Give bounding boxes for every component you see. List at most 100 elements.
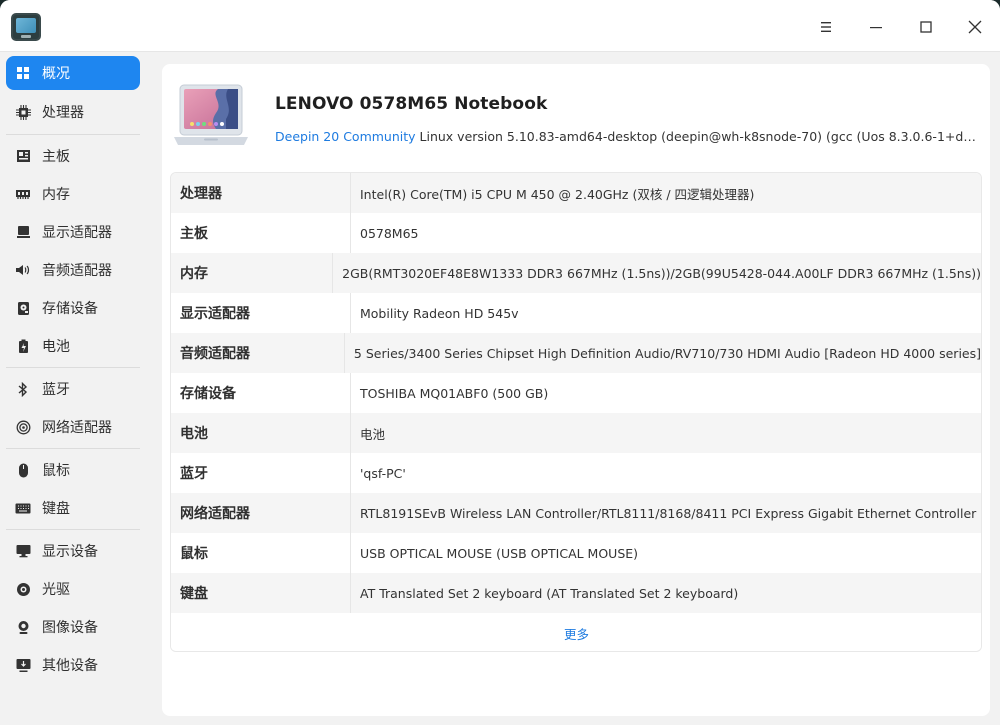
row-label: 音频适配器 [171, 333, 345, 373]
laptop-icon [174, 84, 248, 145]
sidebar-item-label: 电池 [42, 339, 70, 355]
close-button[interactable] [962, 14, 988, 40]
row-label: 主板 [171, 213, 351, 253]
table-row: 音频适配器 5 Series/3400 Series Chipset High … [171, 333, 981, 373]
os-description: Deepin 20 Community Linux version 5.10.8… [275, 129, 983, 144]
sidebar-item-monitor[interactable]: 显示设备 [6, 534, 140, 568]
menu-button[interactable] [813, 14, 839, 40]
audio-icon [15, 262, 31, 278]
row-value: 2GB(RMT3020EF48E8W1333 DDR3 667MHz (1.5n… [342, 265, 981, 281]
sidebar-item-label: 键盘 [42, 501, 70, 517]
row-value: TOSHIBA MQ01ABF0 (500 GB) [360, 385, 549, 401]
kernel-info: Linux version 5.10.83-amd64-desktop (dee… [419, 129, 983, 144]
sidebar-item-label: 蓝牙 [42, 382, 70, 398]
row-label: 鼠标 [171, 533, 351, 573]
row-label: 电池 [171, 413, 351, 453]
row-label: 显示适配器 [171, 293, 351, 333]
network-icon [15, 419, 31, 435]
monitor-icon [15, 543, 31, 559]
overview-table: 处理器 Intel(R) Core(TM) i5 CPU M 450 @ 2.4… [170, 172, 982, 652]
sidebar-item-label: 概况 [42, 66, 70, 82]
table-row: 蓝牙 'qsf-PC' [171, 453, 981, 493]
row-value: 0578M65 [360, 225, 419, 241]
sidebar-item-label: 存储设备 [42, 301, 98, 317]
row-value: Mobility Radeon HD 545v [360, 305, 519, 321]
title-bar [0, 0, 1000, 52]
memory-icon [15, 186, 31, 202]
sidebar-divider [6, 448, 140, 449]
sidebar-item-bluetooth[interactable]: 蓝牙 [6, 372, 140, 406]
sidebar-item-battery[interactable]: 电池 [6, 329, 140, 363]
motherboard-icon [15, 148, 31, 164]
keyboard-icon [15, 500, 31, 516]
maximize-button[interactable] [913, 14, 939, 40]
table-row: 显示适配器 Mobility Radeon HD 545v [171, 293, 981, 333]
maximize-icon [920, 21, 932, 33]
sidebar-item-label: 内存 [42, 187, 70, 203]
row-label: 蓝牙 [171, 453, 351, 493]
sidebar-item-label: 网络适配器 [42, 420, 112, 436]
row-label: 键盘 [171, 573, 351, 613]
sidebar-item-memory[interactable]: 内存 [6, 177, 140, 211]
sidebar-item-label: 光驱 [42, 582, 70, 598]
table-row: 电池 电池 [171, 413, 981, 453]
row-value: USB OPTICAL MOUSE (USB OPTICAL MOUSE) [360, 545, 639, 561]
sidebar-divider [6, 134, 140, 135]
sidebar-item-overview[interactable]: 概况 [6, 56, 140, 90]
mouse-icon [15, 462, 31, 478]
sidebar-item-camera[interactable]: 图像设备 [6, 610, 140, 644]
overview-icon [15, 65, 31, 81]
sidebar-item-label: 鼠标 [42, 463, 70, 479]
row-value: 电池 [360, 426, 386, 442]
row-value: RTL8191SEvB Wireless LAN Controller/RTL8… [360, 505, 977, 521]
battery-icon [15, 338, 31, 354]
table-row: 网络适配器 RTL8191SEvB Wireless LAN Controlle… [171, 493, 981, 533]
menu-icon [821, 22, 831, 32]
row-value: AT Translated Set 2 keyboard (AT Transla… [360, 585, 739, 601]
sidebar-item-motherboard[interactable]: 主板 [6, 139, 140, 173]
sidebar-item-label: 显示设备 [42, 544, 98, 560]
sidebar-item-storage[interactable]: 存储设备 [6, 291, 140, 325]
minimize-icon [870, 27, 882, 29]
os-link[interactable]: Deepin 20 Community [275, 129, 416, 144]
close-icon [968, 20, 982, 34]
sidebar-item-label: 音频适配器 [42, 263, 112, 279]
sidebar-item-label: 其他设备 [42, 658, 98, 674]
minimize-button[interactable] [863, 14, 889, 40]
row-value: 'qsf-PC' [360, 465, 406, 481]
overview-panel: LENOVO 0578M65 Notebook Deepin 20 Commun… [162, 64, 990, 716]
storage-icon [15, 300, 31, 316]
app-icon [11, 13, 41, 41]
table-row: 键盘 AT Translated Set 2 keyboard (AT Tran… [171, 573, 981, 613]
camera-icon [15, 619, 31, 635]
sidebar-item-label: 主板 [42, 149, 70, 165]
sidebar-item-keyboard[interactable]: 键盘 [6, 491, 140, 525]
sidebar-item-display-adapter[interactable]: 显示适配器 [6, 215, 140, 249]
sidebar-item-network[interactable]: 网络适配器 [6, 410, 140, 444]
sidebar-item-label: 图像设备 [42, 620, 98, 636]
table-row: 主板 0578M65 [171, 213, 981, 253]
device-manager-window: 概况 处理器 主板 内存 显示适配器 音频适配器 存储设备 电池 蓝牙 网络适配… [0, 0, 1000, 725]
table-row: 存储设备 TOSHIBA MQ01ABF0 (500 GB) [171, 373, 981, 413]
sidebar-item-other-devices[interactable]: 其他设备 [6, 648, 140, 682]
row-value: 5 Series/3400 Series Chipset High Defini… [353, 345, 981, 361]
other-device-icon [15, 657, 31, 673]
row-value: Intel(R) Core(TM) i5 CPU M 450 @ 2.40GHz… [360, 186, 755, 202]
sidebar-item-label: 处理器 [42, 105, 84, 121]
more-link[interactable]: 更多 [564, 624, 589, 643]
sidebar-item-cdrom[interactable]: 光驱 [6, 572, 140, 606]
row-label: 网络适配器 [171, 493, 351, 533]
display-adapter-icon [15, 224, 31, 240]
sidebar: 概况 处理器 主板 内存 显示适配器 音频适配器 存储设备 电池 蓝牙 网络适配… [0, 52, 152, 725]
table-row: 内存 2GB(RMT3020EF48E8W1333 DDR3 667MHz (1… [171, 253, 981, 293]
cdrom-icon [15, 581, 31, 597]
sidebar-item-mouse[interactable]: 鼠标 [6, 453, 140, 487]
sidebar-divider [6, 529, 140, 530]
row-label: 存储设备 [171, 373, 351, 413]
sidebar-item-cpu[interactable]: 处理器 [6, 95, 140, 129]
sidebar-item-audio[interactable]: 音频适配器 [6, 253, 140, 287]
device-title: LENOVO 0578M65 Notebook [275, 94, 548, 114]
bluetooth-icon [15, 381, 31, 397]
table-row: 鼠标 USB OPTICAL MOUSE (USB OPTICAL MOUSE) [171, 533, 981, 573]
cpu-icon [15, 104, 31, 120]
